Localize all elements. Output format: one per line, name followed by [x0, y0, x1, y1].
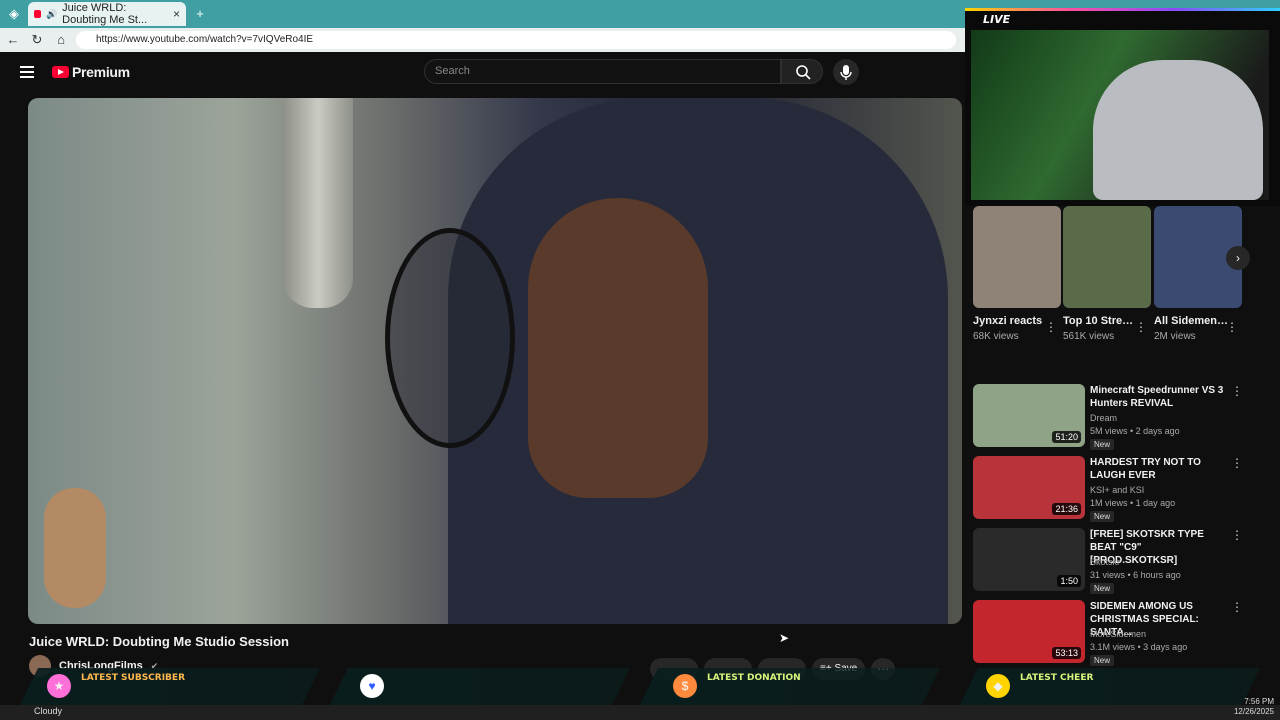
recommendation-thumbnail[interactable]: 1:50	[973, 528, 1085, 591]
short-menu-icon[interactable]: ⋮	[1045, 320, 1057, 334]
recommendation-meta: 5M views • 2 days ago	[1090, 426, 1180, 436]
short-menu-icon[interactable]: ⋮	[1135, 320, 1147, 334]
channel-avatar[interactable]	[29, 655, 51, 677]
short-thumbnail[interactable]	[973, 206, 1061, 308]
hamburger-menu-icon[interactable]	[20, 66, 34, 78]
short-item[interactable]: Top 10 Streamed ... 561K views ⋮	[1063, 206, 1151, 342]
latest-cheer-label: LATEST CHEER	[1020, 673, 1094, 683]
save-icon: ≡+	[820, 663, 835, 674]
recommendation-channel[interactable]: MoreSidemen	[1090, 629, 1146, 639]
stream-alerts-bar: ★ LATEST SUBSCRIBER ♥ $ LATEST DONATION …	[0, 668, 1280, 705]
logo-text: Premium	[72, 64, 130, 80]
recommendation-channel[interactable]: Dream	[1090, 413, 1117, 423]
browser-tab[interactable]: 🔊 Juice WRLD: Doubting Me St... ×	[28, 2, 186, 26]
recommendation-item[interactable]: 51:20 Minecraft Speedrunner VS 3 Hunters…	[973, 384, 1273, 450]
pop-filter	[385, 228, 515, 448]
duration-badge: 51:20	[1052, 431, 1081, 443]
youtube-masthead: Premium Search	[0, 52, 965, 92]
video-actions: ≡+ Save ⋯	[650, 658, 896, 680]
system-clock[interactable]: 7:56 PM 12/26/2025	[1234, 697, 1274, 717]
browser-menu-icon[interactable]: ◈	[6, 6, 22, 22]
short-title[interactable]: Top 10 Streamed ...	[1063, 314, 1137, 328]
video-player[interactable]	[28, 98, 962, 624]
webcam-feed	[971, 30, 1269, 200]
tab-close-icon[interactable]: ×	[173, 7, 180, 21]
recommendation-title[interactable]: HARDEST TRY NOT TO LAUGH EVER	[1090, 456, 1230, 482]
webcam-border	[965, 8, 1280, 11]
short-title[interactable]: All Sidemen Face Revea...	[1154, 314, 1228, 328]
recommendation-meta: 31 views • 6 hours ago	[1090, 570, 1181, 580]
duration-badge: 1:50	[1057, 575, 1081, 587]
save-button[interactable]: ≡+ Save	[812, 658, 866, 680]
short-item[interactable]: All Sidemen Face Revea... 2M views ⋮	[1154, 206, 1242, 342]
follower-panel	[330, 668, 630, 705]
recommendation-channel[interactable]: Skotskr	[1090, 557, 1120, 567]
voice-search-button[interactable]	[833, 59, 859, 85]
home-icon[interactable]: ⌂	[53, 32, 69, 48]
recommendation-thumbnail[interactable]: 51:20	[973, 384, 1085, 447]
weather-text[interactable]: Cloudy	[34, 706, 62, 716]
recommendation-meta: 3.1M views • 3 days ago	[1090, 642, 1188, 652]
youtube-logo[interactable]: Premium	[52, 64, 130, 80]
studio-microphone	[283, 98, 353, 308]
recommendation-channel[interactable]: KSI+ and KSI	[1090, 485, 1144, 495]
video-frame-face	[528, 198, 708, 498]
recommendation-thumbnail[interactable]: 21:36	[973, 456, 1085, 519]
new-badge: New	[1090, 655, 1115, 666]
recommendation-thumbnail[interactable]: 53:13	[973, 600, 1085, 663]
webcam-person	[1093, 60, 1263, 200]
recommendation-menu-icon[interactable]: ⋮	[1231, 600, 1243, 614]
recommendation-item[interactable]: 21:36 HARDEST TRY NOT TO LAUGH EVER KSI+…	[973, 456, 1273, 522]
search-button[interactable]	[781, 59, 823, 84]
heart-icon: ♥	[360, 674, 384, 698]
share-button[interactable]	[650, 658, 698, 680]
recommendation-menu-icon[interactable]: ⋮	[1231, 384, 1243, 398]
duration-badge: 53:13	[1052, 647, 1081, 659]
channel-row: ChrisLongFilms ✔	[29, 655, 158, 677]
video-title: Juice WRLD: Doubting Me Studio Session	[29, 634, 289, 649]
new-badge: New	[1090, 511, 1115, 522]
webcam-overlay: LIVE	[965, 8, 1280, 206]
clock-date: 12/26/2025	[1233, 707, 1274, 716]
remix-button[interactable]	[704, 658, 752, 680]
short-thumbnail[interactable]	[1063, 206, 1151, 308]
new-badge: New	[1090, 583, 1115, 594]
recommendation-item[interactable]: 53:13 SIDEMEN AMONG US CHRISTMAS SPECIAL…	[973, 600, 1273, 666]
tab-title: Juice WRLD: Doubting Me St...	[62, 2, 148, 26]
youtube-favicon-icon	[34, 10, 41, 18]
new-tab-button[interactable]: +	[192, 6, 208, 22]
microphone-icon	[840, 65, 852, 80]
back-icon[interactable]: ←	[5, 32, 21, 48]
address-input[interactable]: https://www.youtube.com/watch?v=7vIQVeRo…	[76, 31, 956, 49]
search-icon	[796, 65, 811, 80]
diamond-icon: ◆	[986, 674, 1010, 698]
recommendation-item[interactable]: 1:50 [FREE] SKOTSKR TYPE BEAT "C9" [PROD…	[973, 528, 1273, 594]
shorts-next-button[interactable]: ›	[1226, 246, 1250, 270]
clock-time: 7:56 PM	[1244, 697, 1274, 706]
duration-badge: 21:36	[1052, 503, 1081, 515]
short-item[interactable]: Jynxzi reacts 68K views ⋮	[973, 206, 1061, 342]
recommendation-menu-icon[interactable]: ⋮	[1231, 528, 1243, 542]
recommendation-title[interactable]: Minecraft Speedrunner VS 3 Hunters REVIV…	[1090, 384, 1230, 410]
search-input[interactable]: Search	[424, 59, 781, 84]
cheer-panel	[960, 668, 1260, 705]
speaker-icon: 🔊	[45, 8, 58, 19]
mouse-cursor-icon: ➤	[779, 631, 790, 645]
short-title[interactable]: Jynxzi reacts	[973, 314, 1047, 328]
youtube-play-icon	[52, 66, 69, 78]
recommendation-meta: 1M views • 1 day ago	[1090, 498, 1176, 508]
new-badge: New	[1090, 439, 1115, 450]
reload-icon[interactable]: ↻	[29, 32, 45, 48]
channel-name[interactable]: ChrisLongFilms	[59, 660, 143, 672]
taskbar: Cloudy 7:56 PM 12/26/2025	[0, 697, 1280, 720]
download-button[interactable]	[758, 658, 806, 680]
streamer-sticker	[44, 488, 106, 608]
verified-icon: ✔	[150, 660, 159, 671]
save-label: Save	[834, 663, 858, 674]
short-menu-icon[interactable]: ⋮	[1226, 320, 1238, 334]
more-actions-button[interactable]: ⋯	[871, 658, 896, 680]
star-icon: ★	[47, 674, 71, 698]
live-label: LIVE	[983, 13, 1011, 26]
recommendation-menu-icon[interactable]: ⋮	[1231, 456, 1243, 470]
